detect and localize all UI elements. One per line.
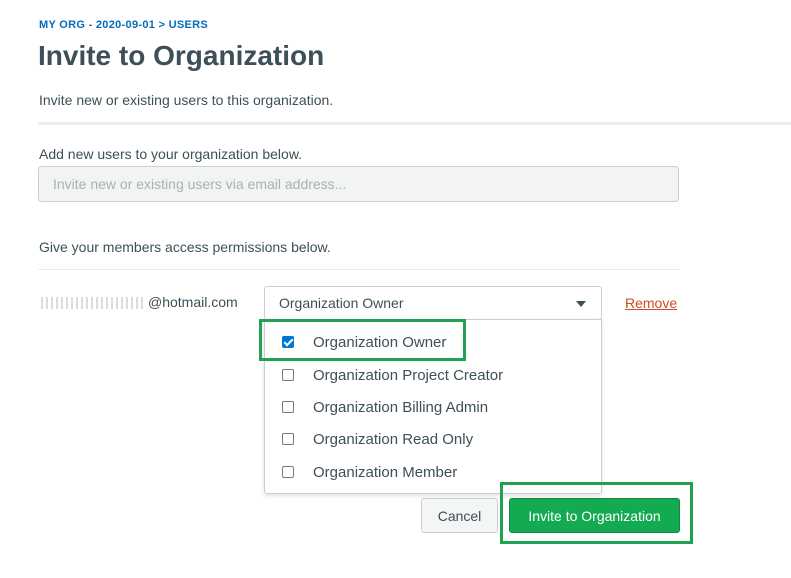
role-option-project-creator[interactable]: Organization Project Creator: [265, 361, 601, 389]
permissions-divider: [38, 269, 680, 270]
role-option-label: Organization Billing Admin: [313, 398, 489, 416]
chevron-down-icon: [576, 301, 586, 307]
role-option-label: Organization Read Only: [313, 430, 474, 448]
member-email: @hotmail.com: [38, 294, 238, 310]
permissions-label: Give your members access permissions bel…: [39, 239, 331, 255]
add-users-label: Add new users to your organization below…: [39, 146, 303, 162]
invite-to-organization-button[interactable]: Invite to Organization: [509, 498, 680, 533]
role-option-label: Organization Project Creator: [313, 366, 504, 384]
page-title: Invite to Organization: [38, 40, 325, 71]
checkbox-unchecked-icon[interactable]: [282, 466, 294, 478]
checkbox-unchecked-icon[interactable]: [282, 401, 294, 413]
invite-email-input[interactable]: [38, 166, 679, 202]
member-email-domain: @hotmail.com: [148, 294, 238, 310]
breadcrumb: MY ORG - 2020-09-01 > USERS: [39, 19, 208, 31]
checkbox-unchecked-icon[interactable]: [282, 433, 294, 445]
checkbox-checked-icon[interactable]: [282, 336, 294, 348]
role-option-label: Organization Member: [313, 463, 458, 481]
breadcrumb-separator: >: [158, 19, 166, 31]
remove-member-link[interactable]: Remove: [625, 295, 677, 311]
breadcrumb-org-link[interactable]: MY ORG - 2020-09-01: [39, 19, 155, 31]
role-option-label: Organization Owner: [313, 333, 447, 351]
role-select[interactable]: Organization Owner: [264, 286, 602, 320]
cancel-button[interactable]: Cancel: [421, 498, 498, 533]
header-divider: [38, 122, 791, 125]
role-option-billing-admin[interactable]: Organization Billing Admin: [265, 393, 601, 421]
role-select-value: Organization Owner: [279, 295, 404, 311]
redacted-email-prefix: [38, 297, 146, 310]
role-option-owner[interactable]: Organization Owner: [265, 328, 601, 356]
page-subtitle: Invite new or existing users to this org…: [39, 92, 334, 108]
role-option-read-only[interactable]: Organization Read Only: [265, 425, 601, 453]
role-option-member[interactable]: Organization Member: [265, 458, 601, 486]
role-dropdown-menu: Organization Owner Organization Project …: [264, 319, 602, 494]
checkbox-unchecked-icon[interactable]: [282, 369, 294, 381]
breadcrumb-users-link[interactable]: USERS: [169, 19, 208, 31]
